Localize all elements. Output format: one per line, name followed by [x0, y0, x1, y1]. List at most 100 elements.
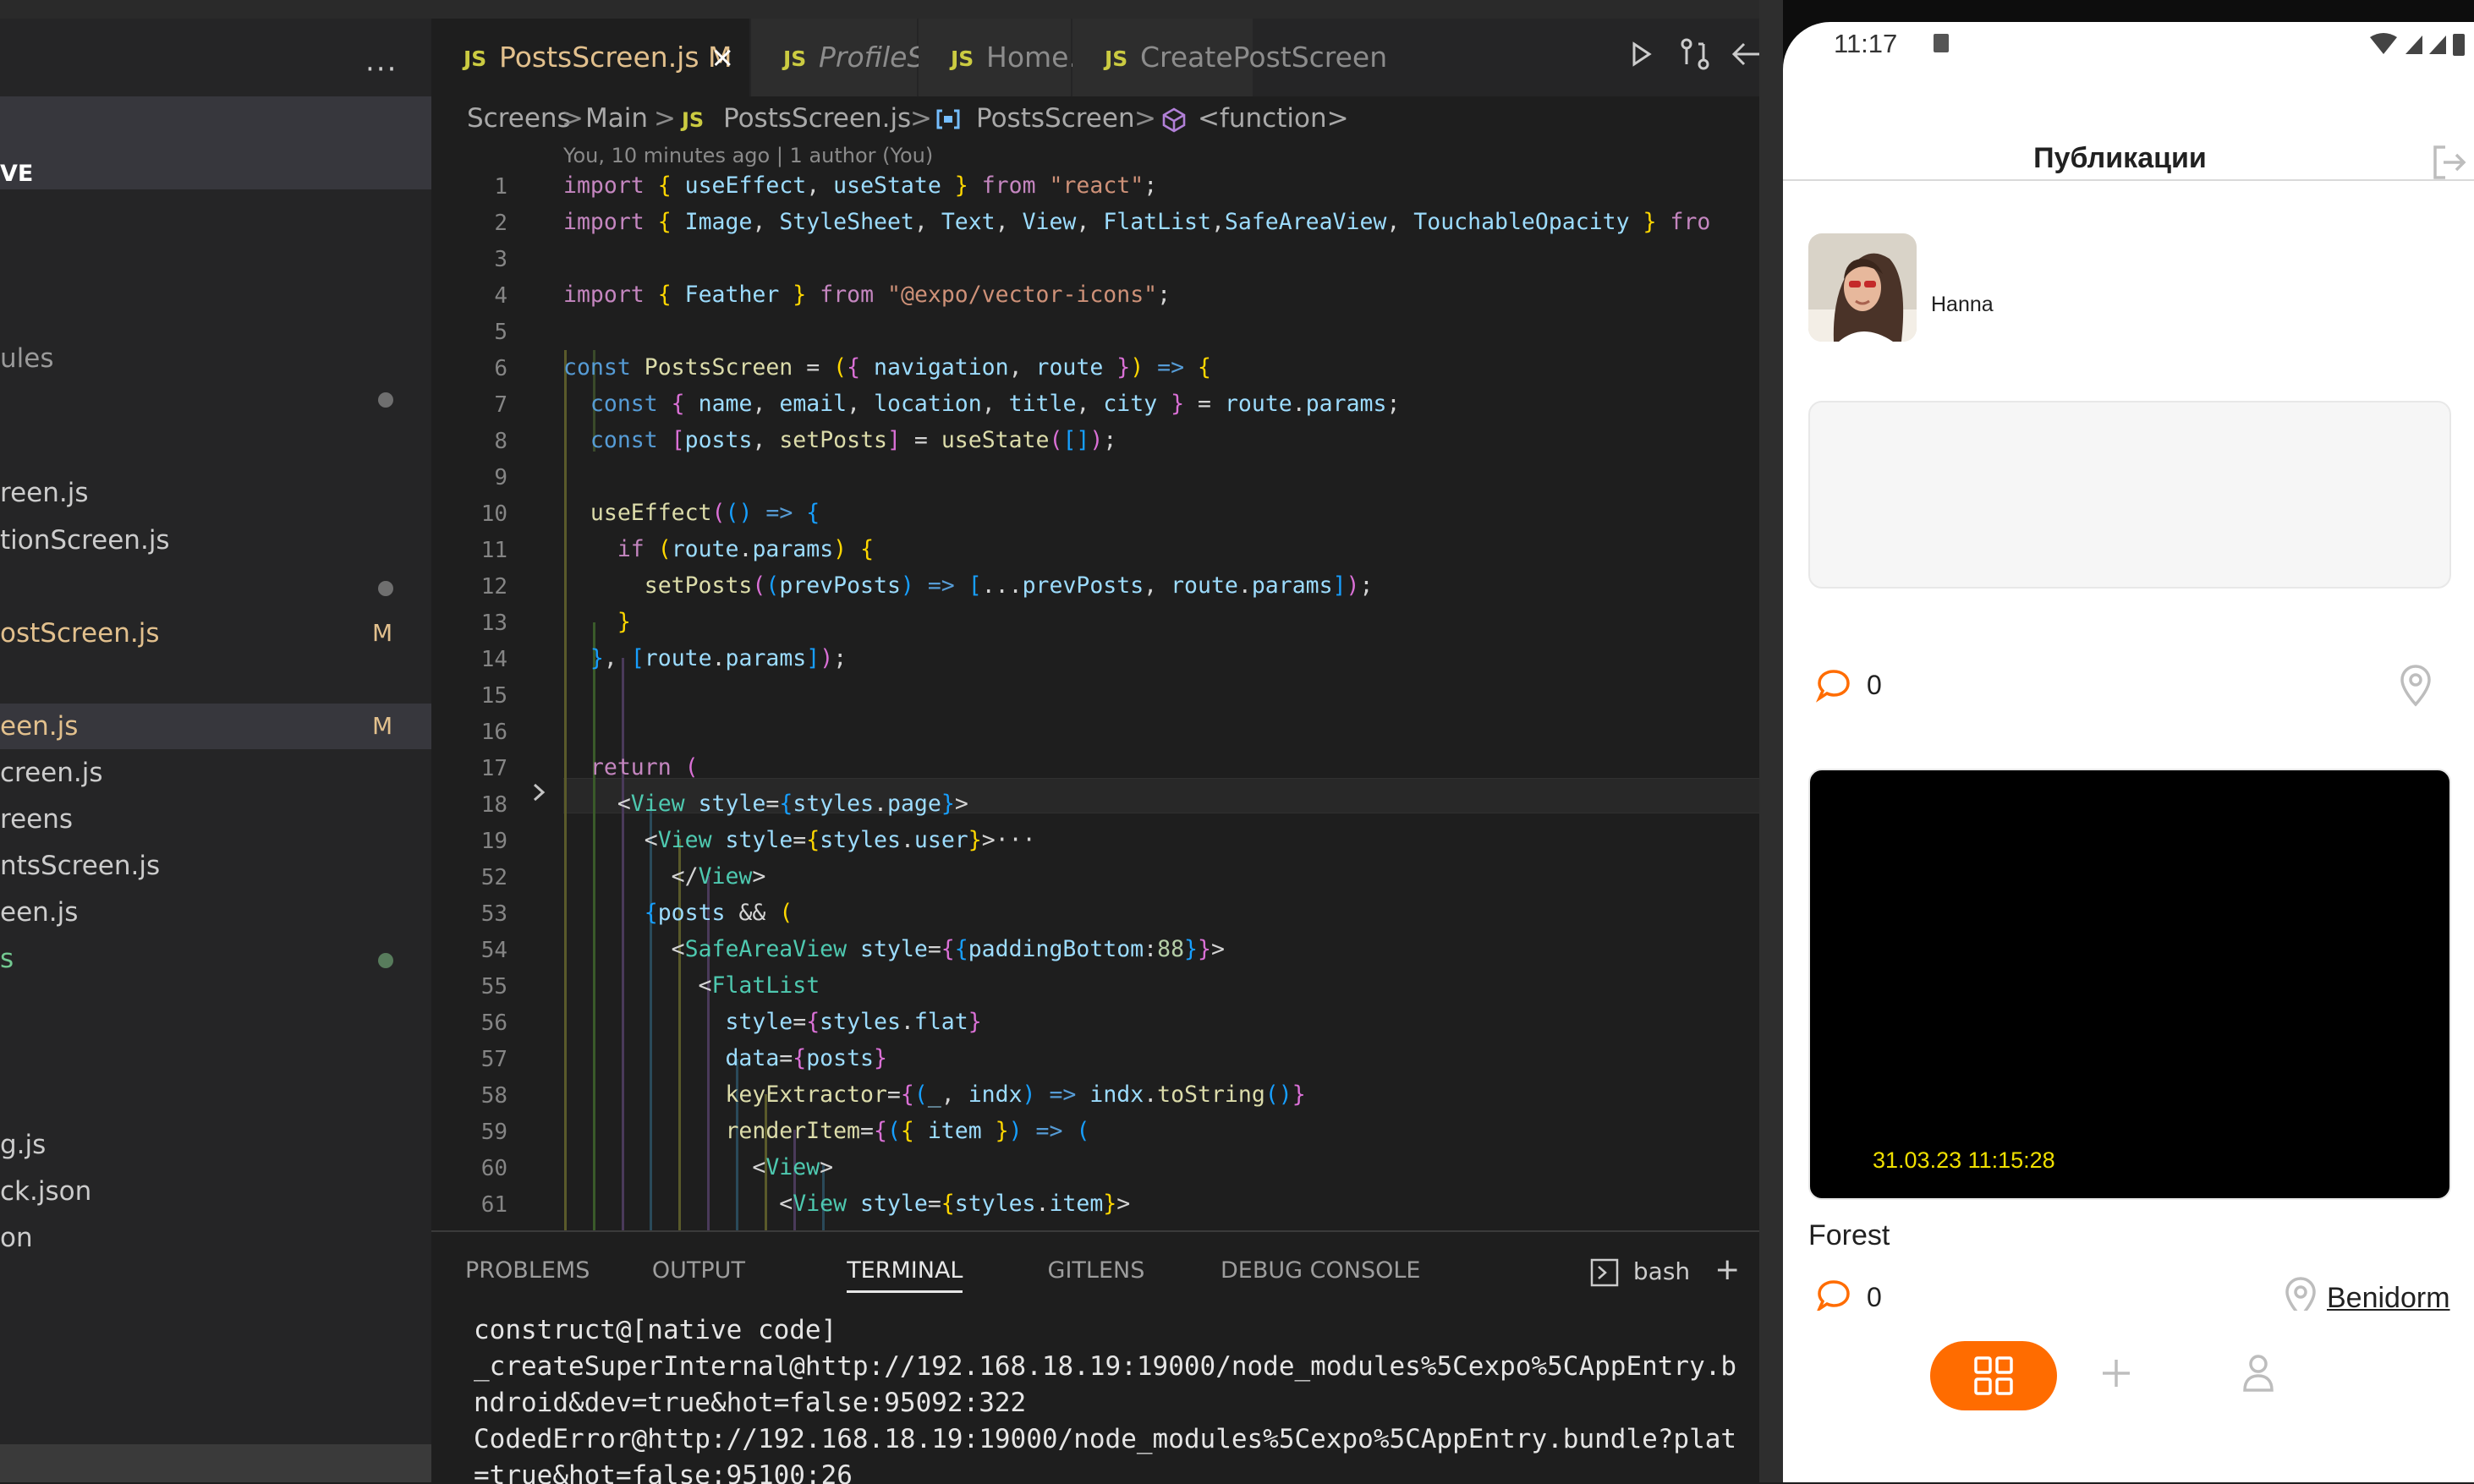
explorer-file-name: on [0, 1223, 33, 1253]
profile-tab-icon[interactable] [2238, 1351, 2279, 1399]
git-blame-annotation[interactable]: You, 10 minutes ago | 1 author (You) [563, 144, 933, 167]
breadcrumb-item-component[interactable]: PostsScreen [976, 103, 1135, 134]
explorer-section-header[interactable]: VE [0, 96, 431, 189]
line-number: 6 [494, 356, 507, 381]
compare-changes-icon[interactable] [1678, 37, 1712, 79]
line-number: 61 [480, 1192, 507, 1218]
code-line[interactable]: const { name, email, location, title, ci… [563, 391, 1401, 417]
line-number: 16 [480, 720, 507, 745]
explorer-file-name: ostScreen.js [0, 618, 160, 649]
code-line[interactable]: import { useEffect, useState } from "rea… [563, 172, 1157, 199]
comment-icon[interactable] [1815, 666, 1852, 707]
tab-profile-screen[interactable]: JSProfileScreen.js [751, 19, 1034, 96]
folder-status-dot [378, 581, 393, 596]
close-tab-icon[interactable]: × [710, 41, 735, 74]
line-number: 17 [480, 756, 507, 781]
tab-home[interactable]: JS Home.js [919, 19, 1100, 96]
page-title: Публикации [2033, 142, 2207, 174]
breadcrumb-separator: > [654, 103, 676, 134]
user-avatar [1808, 233, 1917, 342]
code-line[interactable]: return ( [563, 754, 699, 780]
explorer-file-item[interactable] [0, 375, 431, 421]
panel-tab-debug-console[interactable]: DEBUG CONSOLE [1221, 1257, 1420, 1284]
explorer-file-item[interactable]: on [0, 1215, 431, 1261]
line-number: 58 [480, 1083, 507, 1109]
code-line[interactable]: {posts && ( [563, 900, 793, 926]
code-editor[interactable]: You, 10 minutes ago | 1 author (You) 1 im… [431, 144, 1759, 1230]
code-line[interactable]: import { Image, StyleSheet, Text, View, … [563, 209, 1710, 235]
explorer-file-item[interactable]: een.js [0, 890, 431, 935]
code-line[interactable]: }, [route.params]); [563, 645, 847, 671]
code-line[interactable]: </View> [563, 863, 766, 890]
code-line[interactable]: const [posts, setPosts] = useState([]); [563, 427, 1116, 453]
line-number: 8 [494, 429, 507, 454]
explorer-file-item[interactable]: reen.js [0, 470, 431, 516]
code-line[interactable]: <SafeAreaView style={{paddingBottom:88}}… [563, 936, 1225, 962]
code-line[interactable]: <FlatList [563, 972, 820, 999]
explorer-file-name: s [0, 944, 14, 974]
new-terminal-icon[interactable]: + [1714, 1252, 1740, 1287]
code-line[interactable]: if (route.params) { [563, 536, 874, 562]
explorer-file-item[interactable]: een.js M [0, 704, 431, 749]
create-post-tab-icon[interactable] [2096, 1353, 2137, 1397]
explorer-file-name: ules [0, 343, 54, 374]
explorer-file-item[interactable]: ck.json [0, 1169, 431, 1214]
explorer-file-name: reen.js [0, 478, 89, 508]
posts-tab-button[interactable] [1930, 1341, 2057, 1410]
run-icon[interactable] [1629, 37, 1654, 79]
code-line[interactable]: const PostsScreen = ({ navigation, route… [563, 354, 1211, 381]
panel-tab-terminal[interactable]: TERMINAL [847, 1257, 963, 1293]
terminal-icon [1590, 1257, 1626, 1287]
explorer-footer[interactable] [0, 1444, 431, 1482]
logout-icon[interactable] [2428, 142, 2469, 186]
map-pin-icon[interactable] [2397, 663, 2434, 710]
explorer-file-item[interactable]: ules [0, 336, 431, 381]
line-number: 57 [480, 1047, 507, 1072]
shell-name: bash [1632, 1257, 1691, 1285]
explorer-file-item[interactable]: g.js [0, 1122, 431, 1168]
breadcrumb-item-screens[interactable]: Screens [467, 103, 571, 134]
js-file-icon: JS [783, 47, 807, 71]
go-back-icon[interactable] [1727, 37, 1761, 79]
explorer-file-item[interactable]: reens [0, 797, 431, 842]
panel-tab-problems[interactable]: PROBLEMS [465, 1257, 590, 1284]
explorer-file-item[interactable]: ntsScreen.js [0, 843, 431, 889]
line-number: 54 [480, 938, 507, 963]
code-line[interactable]: <View> [563, 1154, 833, 1180]
explorer-file-item[interactable] [0, 564, 431, 610]
code-line[interactable]: setPosts((prevPosts) => [...prevPosts, r… [563, 572, 1374, 599]
explorer-file-item[interactable]: s [0, 936, 431, 982]
code-line[interactable]: keyExtractor={(_, indx) => indx.toString… [563, 1082, 1305, 1108]
breadcrumb-item-file[interactable]: PostsScreen.js [723, 103, 911, 134]
terminal-output-line: ndroid&dev=true&hot=false:95092:322 [474, 1388, 1027, 1418]
tab-posts-screen[interactable]: JS PostsScreen.js M × [431, 19, 751, 96]
code-line[interactable]: <View style={styles.item}> [563, 1191, 1130, 1217]
explorer-file-item[interactable]: creen.js [0, 750, 431, 796]
tab-label: PostsScreen.js M [499, 41, 732, 74]
code-line[interactable]: style={styles.flat} [563, 1009, 981, 1035]
status-time: 11:17 [1834, 29, 1898, 58]
code-line[interactable]: <View style={styles.page}> [563, 791, 968, 817]
breadcrumb-item-function[interactable]: <function> [1198, 103, 1349, 134]
explorer-file-name: tionScreen.js [0, 525, 170, 556]
explorer-file-name: ck.json [0, 1176, 92, 1207]
code-line[interactable]: <View style={styles.user}>··· [563, 827, 1036, 853]
panel-tab-output[interactable]: OUTPUT [652, 1257, 745, 1284]
code-line[interactable]: import { Feather } from "@expo/vector-ic… [563, 282, 1171, 308]
tab-create-post-screen[interactable]: JS CreatePostScreen [1072, 19, 1387, 96]
explorer-file-item[interactable]: ostScreen.js M [0, 611, 431, 656]
code-line[interactable]: renderItem={({ item }) => ( [563, 1118, 1089, 1144]
terminal-selector[interactable]: bash + [1590, 1252, 1740, 1287]
code-line[interactable]: } [563, 609, 631, 635]
line-number: 12 [480, 574, 507, 600]
code-line[interactable]: data={posts} [563, 1045, 887, 1071]
panel-tab-gitlens[interactable]: GITLENS [1048, 1257, 1145, 1284]
more-actions-icon[interactable]: ··· [365, 52, 398, 86]
sd-card-icon [1934, 34, 1949, 52]
fold-chevron-icon[interactable] [529, 780, 548, 812]
line-number: 9 [494, 465, 507, 490]
breadcrumb-item-main[interactable]: Main [585, 103, 648, 134]
status-bar: 11:17 [1783, 22, 2474, 73]
explorer-file-item[interactable]: tionScreen.js [0, 517, 431, 563]
code-line[interactable]: useEffect(() => { [563, 500, 820, 526]
